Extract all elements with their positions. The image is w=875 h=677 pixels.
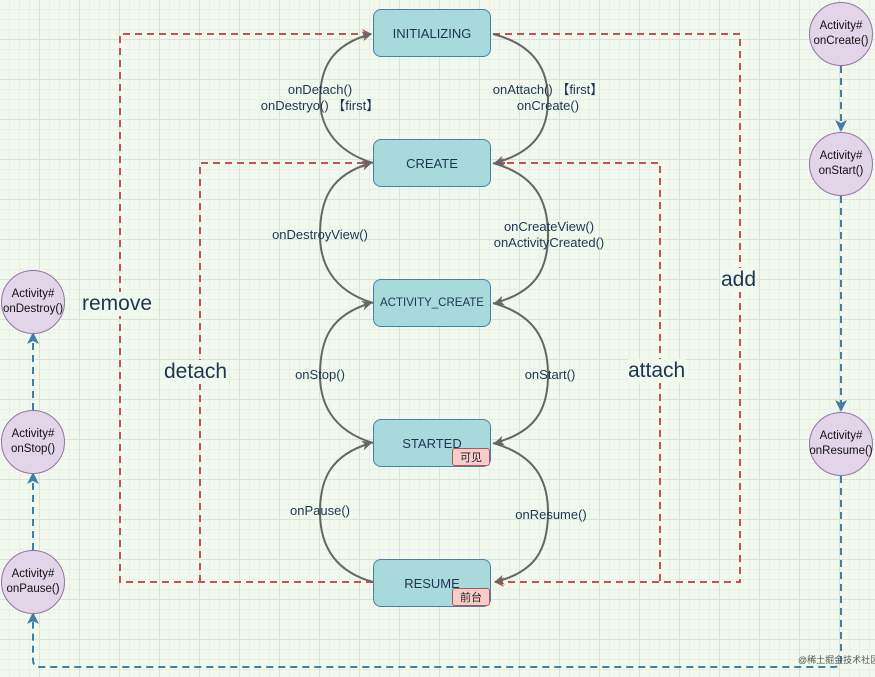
transition-label-start: onStart(): [518, 367, 582, 383]
state-resume[interactable]: RESUME 前台: [373, 559, 491, 607]
state-label: INITIALIZING: [392, 25, 472, 41]
activity-onstop[interactable]: Activity# onStop(): [1, 410, 65, 474]
transition-label-stop: onStop(): [288, 367, 352, 383]
op-label-attach: attach: [628, 359, 686, 383]
circle-line: Activity#: [819, 20, 863, 32]
circle-line: onStop(): [10, 443, 56, 455]
state-create[interactable]: CREATE: [373, 139, 491, 187]
circle-line: onCreate(): [813, 35, 869, 47]
circle-line: onPause(): [6, 583, 60, 595]
watermark: @稀土掘金技术社区: [798, 655, 875, 665]
label-line: onDestroyView(): [272, 227, 368, 242]
transition-label-pause: onPause(): [284, 503, 356, 519]
foreground-badge: 前台: [452, 588, 490, 606]
activity-onpause[interactable]: Activity# onPause(): [1, 550, 65, 614]
activity-oncreate[interactable]: Activity# onCreate(): [809, 2, 873, 66]
label-line: onStop(): [295, 367, 345, 382]
activity-onresume[interactable]: Activity# onResume(): [809, 412, 873, 476]
circle-line: onStart(): [818, 165, 864, 177]
circle-line: Activity#: [11, 428, 55, 440]
op-label-detach: detach: [164, 360, 228, 384]
label-line: onPause(): [290, 503, 350, 518]
state-activity-create[interactable]: ACTIVITY_CREATE: [373, 279, 491, 327]
label-line: onDetach(): [287, 82, 353, 97]
add-path: [493, 33, 741, 587]
activity-ondestroy[interactable]: Activity# onDestroy(): [1, 270, 65, 334]
circle-line: Activity#: [11, 568, 55, 580]
state-label: ACTIVITY_CREATE: [380, 297, 484, 309]
transition-label-detach-destroy: onDetach() onDestryo() 【first】: [255, 82, 385, 114]
circle-line: onResume(): [809, 445, 873, 457]
state-label: RESUME: [404, 575, 460, 591]
label-line: onAttach() 【first】: [492, 82, 604, 97]
transition-label-resume: onResume(): [510, 507, 592, 523]
op-label-remove: remove: [82, 292, 153, 316]
transition-label-destroy-view: onDestroyView(): [262, 227, 378, 243]
label-line: onActivityCreated(): [493, 235, 605, 250]
circle-line: Activity#: [819, 150, 863, 162]
label-line: onDestryo() 【first】: [260, 98, 380, 113]
activity-onstart[interactable]: Activity# onStart(): [809, 132, 873, 196]
op-label-add: add: [721, 268, 757, 292]
transition-label-create-view: onCreateView() onActivityCreated(): [486, 219, 612, 251]
state-label: CREATE: [406, 155, 458, 171]
label-line: onStart(): [524, 367, 576, 382]
visible-badge: 可见: [452, 448, 490, 466]
label-line: onCreateView(): [503, 219, 595, 234]
circle-line: Activity#: [819, 430, 863, 442]
circle-line: onDestroy(): [2, 303, 64, 315]
label-line: onCreate(): [516, 98, 580, 113]
remove-path: [119, 29, 373, 583]
state-initializing[interactable]: INITIALIZING: [373, 9, 491, 57]
state-started[interactable]: STARTED 可见: [373, 419, 491, 467]
circle-line: Activity#: [11, 288, 55, 300]
transition-label-attach-create: onAttach() 【first】 onCreate(): [486, 82, 610, 114]
label-line: onResume(): [515, 507, 587, 522]
